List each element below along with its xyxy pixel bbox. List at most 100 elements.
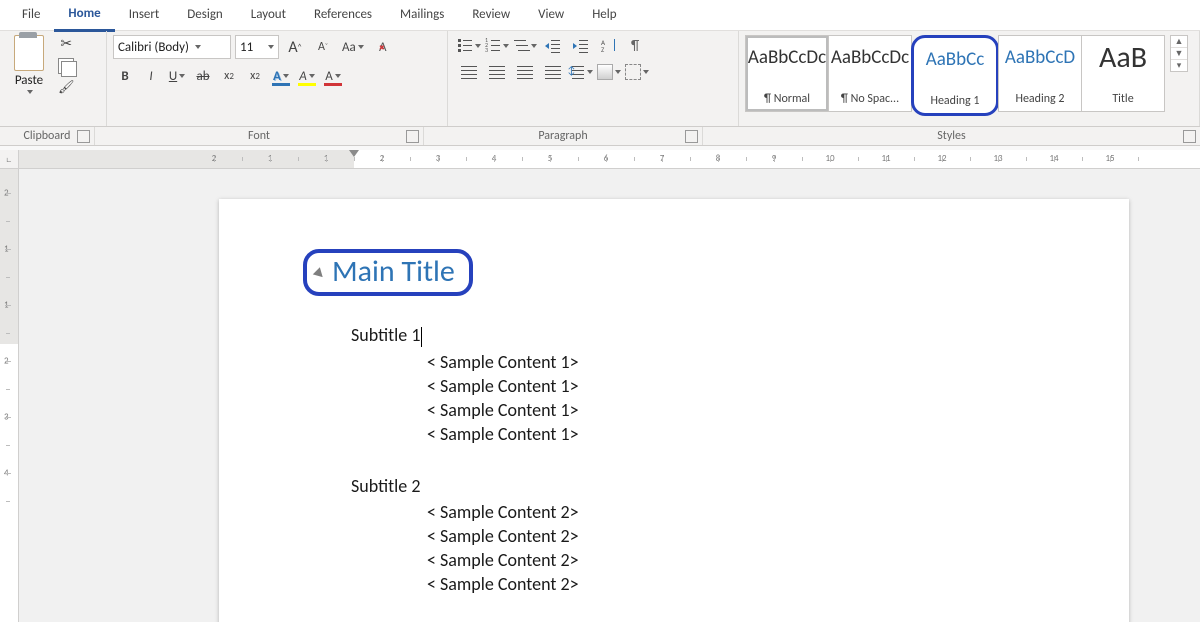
gallery-down-icon[interactable]: ▼ — [1171, 48, 1187, 60]
ruler-tick — [886, 156, 887, 162]
ruler-tick-minor — [354, 157, 355, 161]
paste-button[interactable]: Paste — [6, 35, 52, 94]
ruler-tick — [942, 156, 943, 162]
gallery-more-icon[interactable]: ▾ — [1171, 60, 1187, 71]
format-painter-button[interactable] — [58, 80, 75, 95]
group-labels: Clipboard Font Paragraph Styles — [0, 127, 1200, 146]
tab-view[interactable]: View — [524, 0, 578, 30]
heading-text: Main Title — [332, 253, 455, 290]
style-gallery: AaBbCcDc¶ NormalAaBbCcDc¶ No Spac...AaBb… — [745, 35, 1164, 116]
font-color-bar — [324, 83, 342, 86]
show-marks-button[interactable] — [622, 35, 652, 57]
collapse-triangle-icon[interactable] — [313, 267, 326, 280]
clipboard-dialog-launcher[interactable] — [77, 130, 90, 143]
ruler-tick-minor — [1138, 157, 1139, 161]
line-spacing-button[interactable] — [566, 61, 596, 83]
ruler-tick-minor — [242, 157, 243, 161]
document-line[interactable]: < Sample Content 2> — [427, 573, 1029, 595]
underline-button[interactable]: U — [165, 65, 189, 87]
line-spacing-icon — [569, 64, 585, 80]
tab-references[interactable]: References — [300, 0, 386, 30]
pilcrow-icon — [629, 38, 645, 54]
style-tile-title[interactable]: AaBTitle — [1081, 35, 1165, 112]
v-ruler-tick-minor — [6, 333, 10, 334]
styles-label-text: Styles — [937, 129, 965, 143]
shrink-font-label: A — [318, 40, 325, 54]
ruler-tick — [550, 156, 551, 162]
clear-format-button[interactable] — [371, 36, 395, 58]
document-line[interactable]: < Sample Content 2> — [427, 501, 1029, 523]
tab-review[interactable]: Review — [458, 0, 524, 30]
document-line[interactable]: < Sample Content 1> — [427, 399, 1029, 421]
grow-font-button[interactable]: A^ — [283, 36, 307, 58]
style-tile-nospace[interactable]: AaBbCcDc¶ No Spac... — [828, 35, 912, 112]
style-tile-normal[interactable]: AaBbCcDc¶ Normal — [745, 35, 829, 112]
highlight-button[interactable]: A — [295, 65, 319, 87]
font-dialog-launcher[interactable] — [406, 130, 419, 143]
tab-mailings[interactable]: Mailings — [386, 0, 458, 30]
document-subtitle[interactable]: Subtitle 2 — [351, 475, 1029, 497]
ruler-tick — [382, 156, 383, 162]
align-center-button[interactable] — [482, 61, 512, 83]
document-line[interactable]: < Sample Content 2> — [427, 549, 1029, 571]
group-label-paragraph: Paragraph — [424, 127, 703, 145]
sort-icon — [601, 38, 617, 54]
style-tile-heading1[interactable]: AaBbCcHeading 1 — [911, 35, 999, 116]
align-left-button[interactable] — [454, 61, 484, 83]
font-size-combo[interactable]: 11 — [235, 35, 279, 59]
decrease-indent-button[interactable] — [538, 35, 568, 57]
increase-indent-button[interactable] — [566, 35, 596, 57]
gallery-up-icon[interactable]: ▲ — [1171, 36, 1187, 48]
shrink-font-button[interactable]: Aˇ — [311, 36, 335, 58]
ruler-tick — [214, 156, 215, 162]
page[interactable]: Main TitleSubtitle 1< Sample Content 1><… — [219, 199, 1129, 622]
document-line[interactable]: < Sample Content 1> — [427, 351, 1029, 373]
paragraph-dialog-launcher[interactable] — [685, 130, 698, 143]
numbering-button[interactable] — [482, 35, 512, 57]
tab-design[interactable]: Design — [173, 0, 236, 30]
document-subtitle[interactable]: Subtitle 1 — [351, 324, 1029, 347]
document-canvas[interactable]: Main TitleSubtitle 1< Sample Content 1><… — [19, 169, 1200, 622]
group-label-clipboard: Clipboard — [0, 127, 95, 145]
align-right-button[interactable] — [510, 61, 540, 83]
grow-font-label: A — [288, 38, 297, 57]
ruler-tick-minor — [690, 157, 691, 161]
shading-icon — [597, 64, 613, 80]
document-line[interactable]: < Sample Content 2> — [427, 525, 1029, 547]
bold-button[interactable]: B — [113, 65, 137, 87]
justify-button[interactable] — [538, 61, 568, 83]
bullets-button[interactable] — [454, 35, 484, 57]
text-effects-button[interactable]: A — [269, 65, 293, 87]
tab-insert[interactable]: Insert — [115, 0, 174, 30]
shading-button[interactable] — [594, 61, 624, 83]
tab-help[interactable]: Help — [578, 0, 630, 30]
justify-icon — [545, 64, 561, 80]
copy-button[interactable] — [58, 58, 75, 74]
font-name-combo[interactable]: Calibri (Body) — [113, 35, 231, 59]
chevron-down-icon — [335, 74, 341, 78]
document-line[interactable]: < Sample Content 1> — [427, 375, 1029, 397]
font-color-button[interactable]: A — [321, 65, 345, 87]
multilevel-list-button[interactable] — [510, 35, 540, 57]
change-case-button[interactable]: Aa — [339, 36, 367, 58]
superscript-button[interactable]: x2 — [243, 65, 267, 87]
ruler-tick-minor — [970, 157, 971, 161]
style-tile-heading2[interactable]: AaBbCcDHeading 2 — [998, 35, 1082, 112]
vertical-ruler[interactable]: 211234 — [0, 169, 19, 622]
v-ruler-tick-minor — [6, 445, 10, 446]
borders-icon — [625, 64, 641, 80]
subscript-button[interactable]: x2 — [217, 65, 241, 87]
style-gallery-nav[interactable]: ▲ ▼ ▾ — [1170, 35, 1188, 72]
tab-home[interactable]: Home — [54, 0, 114, 32]
tab-file[interactable]: File — [8, 0, 54, 30]
cut-button[interactable] — [58, 35, 75, 52]
styles-dialog-launcher[interactable] — [1183, 130, 1196, 143]
italic-button[interactable]: I — [139, 65, 163, 87]
document-heading-1[interactable]: Main Title — [329, 249, 1029, 296]
strikethrough-button[interactable]: ab — [191, 65, 215, 87]
sort-button[interactable] — [594, 35, 624, 57]
tab-layout[interactable]: Layout — [237, 0, 300, 30]
document-line[interactable]: < Sample Content 1> — [427, 423, 1029, 445]
horizontal-ruler[interactable]: 21123456789101112131415 — [19, 150, 1200, 169]
borders-button[interactable] — [622, 61, 652, 83]
